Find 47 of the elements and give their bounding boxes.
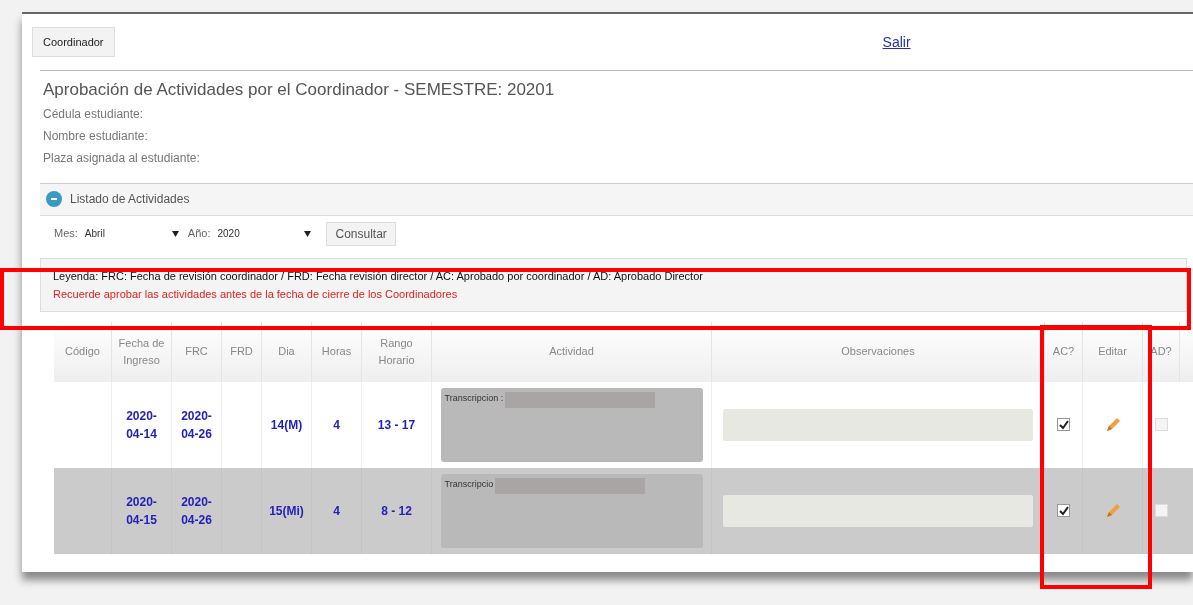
table-cell: 4 [312, 467, 362, 554]
table-cell: 15(Mi) [262, 467, 312, 554]
field-label: Cédula estudiante: [43, 105, 145, 123]
table-cell: 4 [312, 381, 362, 468]
column-header: FRC [172, 321, 222, 382]
column-header: Fecha de Ingreso [112, 321, 172, 382]
caret-icon [171, 230, 179, 237]
activity-text: Transcripcion : [444, 391, 504, 405]
column-header: FRD [222, 321, 262, 382]
warning-text: Recuerde aprobar las actividades antes de la fecha de cierre de los Coordinadores [53, 286, 459, 302]
observations-field[interactable] [723, 408, 1033, 441]
query-button[interactable]: Consultar [326, 221, 396, 246]
logout-link[interactable]: Salir [882, 31, 911, 53]
activity-text: Transcripcio [444, 477, 494, 491]
table-row[interactable]: 2020- 04-15 2020- 04-26 15(Mi) 4 8 - 12 Transcripcio [54, 467, 1193, 554]
column-header: AC? [1045, 321, 1083, 382]
column-header: Observaciones [712, 321, 1045, 382]
field-label: Nombre estudiante: [43, 127, 149, 145]
column-header: Código [54, 321, 112, 382]
expand-icon[interactable] [46, 191, 62, 207]
caret-icon [304, 230, 312, 237]
column-header: Horas [312, 321, 362, 382]
activity-field[interactable]: Transcripcion : [440, 387, 703, 462]
table-cell: 14(M) [262, 381, 312, 468]
checkbox[interactable] [1057, 418, 1070, 431]
check-icon [1058, 505, 1069, 516]
table-cell: 2020- 04-26 [172, 467, 222, 554]
page-title: Aprobación de Actividades por el Coordinador - SEMESTRE: 20201 [43, 79, 556, 101]
column-header: Rango Horario [362, 321, 432, 382]
table-cell: 8 - 12 [362, 467, 432, 554]
column-header: Actividad [432, 321, 712, 382]
activity-field[interactable]: Transcripcio [440, 473, 703, 548]
table-cell: 2020- 04-14 [112, 381, 172, 468]
table-cell: 2020- 04-15 [112, 467, 172, 554]
checkbox[interactable] [1057, 504, 1070, 517]
column-header: Editar [1083, 321, 1143, 382]
check-icon [1058, 419, 1069, 430]
legend-text: Leyenda: FRC: Fecha de revisión coordinador / FRD: Fecha revisión director / AC: Aprobado por coordinador / AD: Aprobado Director [53, 268, 704, 284]
column-header: Dia [262, 321, 312, 382]
coordinator-button[interactable]: Coordinador [32, 26, 115, 58]
observations-field[interactable] [723, 494, 1033, 527]
panel-title: Listado de Actividades [70, 191, 190, 208]
field-label: Plaza asignada al estudiante: [43, 149, 201, 167]
month-label: Mes: [54, 226, 78, 242]
table-cell: 2020- 04-26 [172, 381, 222, 468]
year-label: Año: [187, 226, 211, 242]
table-cell: 13 - 17 [362, 381, 432, 468]
